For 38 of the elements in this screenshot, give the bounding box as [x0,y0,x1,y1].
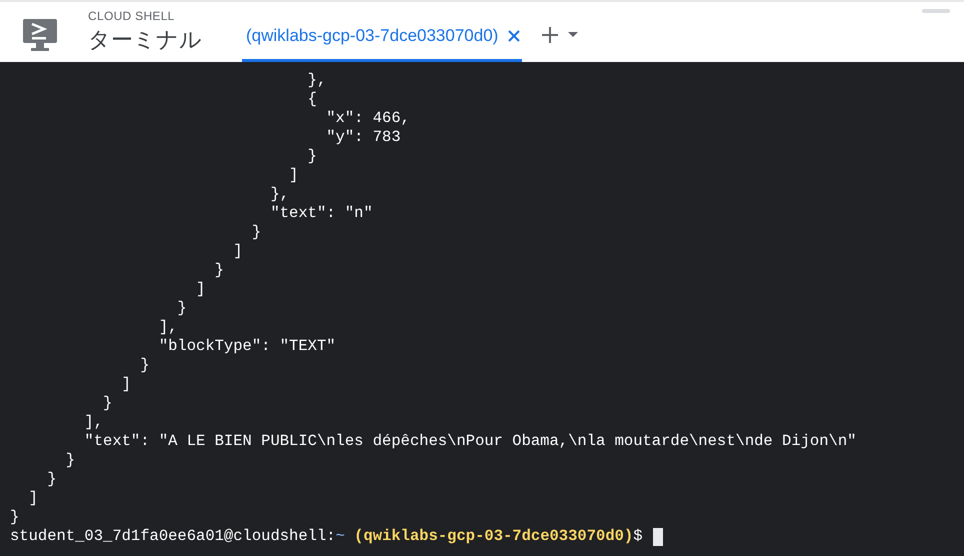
add-tab-button[interactable] [542,27,578,43]
terminal-tab[interactable]: (qwiklabs-gcp-03-7dce033070d0) [242,2,522,62]
output-line: ] [28,489,39,508]
output-line: } [176,299,188,318]
prompt-path: ~ [336,527,345,546]
output-line: "text": "A LE BIEN PUBLIC\nles dépêches\nPour Obama,\nla moutarde\nest\nde Dijon\n" [83,432,858,451]
prompt-project: (qwiklabs-gcp-03-7dce033070d0) [354,527,634,546]
output-line: } [250,223,262,242]
caret-icon [568,32,578,38]
output-line: { [306,90,318,109]
output-line: ] [195,280,206,299]
drag-handle[interactable] [922,9,950,13]
output-line: ] [120,375,132,394]
output-line: "y": 783 [325,128,402,147]
prompt-user: student_03_7d1fa0ee6a01@cloudshell: [10,527,336,546]
panel-title: ターミナル [88,26,202,54]
text-cursor [652,528,663,546]
output-line: } [214,261,225,280]
output-line: } [306,147,318,166]
output-line: } [10,508,20,527]
prompt-symbol: $ [633,527,643,546]
output-line: ] [232,242,244,261]
terminal-icon [22,17,58,53]
output-line: "text": "n" [269,204,374,223]
output-line: }, [269,185,290,204]
close-icon[interactable] [508,30,520,42]
product-label: CLOUD SHELL [88,9,176,23]
output-line: }, [306,71,328,90]
output-line: ], [83,413,104,432]
output-line: } [102,394,114,413]
output-line: } [139,356,151,375]
output-line: ], [158,318,178,337]
output-line: ] [288,166,300,185]
output-line: "blockType": "TEXT" [158,337,337,356]
output-line: } [46,470,58,489]
output-line: } [64,451,76,470]
plus-icon [542,27,558,43]
output-line: "x": 466, [325,109,411,128]
